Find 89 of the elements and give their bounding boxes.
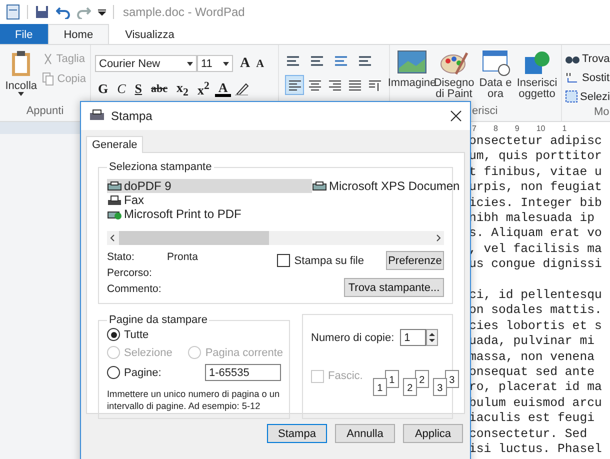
chevron-right-icon <box>436 234 441 242</box>
text-color-button[interactable]: A <box>215 81 231 98</box>
close-icon <box>450 110 462 122</box>
default-printer-icon <box>107 208 122 220</box>
document-text: consectetur. Sed <box>469 426 588 442</box>
hint-text: Immettere un unico numero di pagina o un intervallo di pagine. Ad esempio: 5-12 <box>107 388 281 412</box>
printer-item[interactable]: doPDF 9 <box>107 179 312 193</box>
copy-icon <box>42 72 54 86</box>
copies-field[interactable]: 1 <box>400 329 426 346</box>
object-icon <box>522 49 552 77</box>
window-title: sample.doc - WordPad <box>123 5 245 19</box>
collated-pages-drawing: 1 1 <box>372 370 401 396</box>
collated-pages-drawing: 3 3 <box>432 370 461 396</box>
select-icon <box>565 90 578 103</box>
superscript-button[interactable]: x$^{2}$ <box>194 80 212 98</box>
preferences-button[interactable]: Preferenze <box>386 251 444 270</box>
pages-field[interactable]: 1-65535 <box>205 364 281 381</box>
status-value: Pronta <box>167 251 199 265</box>
align-right-icon <box>328 78 342 92</box>
align-center-icon <box>308 78 322 92</box>
chevron-left-icon <box>110 234 115 242</box>
fax-icon <box>107 194 122 206</box>
collated-pages-drawing: 2 2 <box>402 370 431 396</box>
caret-icon <box>223 62 229 66</box>
document-text: iaculis est feugi <box>469 411 596 427</box>
shrink-font-button[interactable]: A <box>253 58 268 70</box>
printer-icon <box>89 109 105 123</box>
dialog-button[interactable]: Annulla <box>335 424 395 443</box>
printer-item[interactable]: Fax <box>107 193 312 207</box>
paste-button[interactable]: Incolla <box>4 49 38 105</box>
undo-icon <box>56 5 70 19</box>
redo-icon <box>77 5 91 19</box>
document-text: ro, placerat id ma <box>469 380 603 396</box>
dialog-button[interactable]: Applica <box>403 424 463 443</box>
copies-label: Numero di copie: <box>311 332 394 344</box>
ribbon-tab[interactable]: Home <box>48 24 110 44</box>
ribbon-tab[interactable]: File <box>0 24 48 44</box>
printer-icon <box>312 180 327 192</box>
insert-button[interactable]: Inserisci oggetto <box>517 49 557 105</box>
status-label: Percorso: <box>107 267 153 281</box>
justify-icon <box>348 78 362 92</box>
document-text: icies. Integer bib <box>469 196 603 212</box>
group-title: Pagine da stampare <box>108 314 208 326</box>
group-title: Seleziona stampante <box>108 161 213 173</box>
edit-button[interactable]: Selezi <box>565 87 610 106</box>
radio-option[interactable]: Pagine: <box>107 364 162 381</box>
scrollbar[interactable] <box>107 231 444 245</box>
bold-button[interactable]: G <box>95 81 112 98</box>
group-label: erisci <box>472 105 498 119</box>
insert-button[interactable]: Disegno di Paint <box>434 49 474 105</box>
grow-font-button[interactable]: A <box>237 56 254 72</box>
group-label: Appunti <box>26 105 64 119</box>
document-text: onsequat sed ante <box>469 365 596 380</box>
underline-button[interactable]: S <box>132 81 146 98</box>
printer-icon <box>107 180 122 192</box>
print-to-file-checkbox[interactable]: Stampa su file <box>277 254 364 267</box>
highlighter-icon <box>234 82 249 96</box>
calendar-clock-icon <box>480 49 510 77</box>
group-label: Mo <box>594 106 610 120</box>
spinner-icon <box>426 329 438 346</box>
font-family-field[interactable]: Courier New <box>95 55 197 72</box>
edit-button[interactable]: Sostit <box>565 68 610 87</box>
clipboard-icon <box>10 49 32 77</box>
paragraph-icon <box>368 78 382 92</box>
dialog-tab[interactable]: Generale <box>86 136 144 153</box>
italic-button[interactable]: C <box>114 81 129 98</box>
status-label: Commento: <box>107 283 162 297</box>
strikethrough-button[interactable]: abc <box>148 83 171 96</box>
document-text: onsectetur adipisc <box>469 134 603 150</box>
align-left-icon <box>288 78 302 92</box>
printer-item[interactable]: Microsoft XPS Documen <box>312 179 460 193</box>
document-text: isi luctus. Phasel <box>469 442 603 458</box>
font-size-field[interactable]: 11 <box>197 55 233 72</box>
wordpad-icon <box>6 4 20 20</box>
caret-icon <box>187 62 193 66</box>
dialog-title: Stampa <box>111 109 152 123</box>
insert-button[interactable]: Data e ora <box>476 49 515 105</box>
subscript-button[interactable]: x$_{2}$ <box>174 80 192 99</box>
radio-option[interactable]: Tutte <box>107 328 281 341</box>
align-button[interactable] <box>285 75 304 95</box>
edit-button[interactable]: Trova <box>565 49 610 68</box>
save-icon <box>35 5 49 19</box>
find-printer-button[interactable]: Trova stampante... <box>344 278 444 297</box>
dialog-button[interactable]: Stampa <box>267 424 327 443</box>
caret-icon <box>18 92 24 96</box>
printer-item[interactable]: Microsoft Print to PDF <box>107 207 312 221</box>
status-label: Stato: <box>107 251 136 265</box>
dropdown-icon <box>98 8 106 16</box>
scissors-icon <box>42 52 54 66</box>
